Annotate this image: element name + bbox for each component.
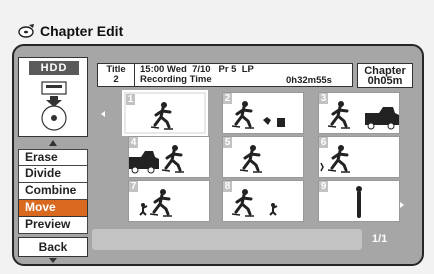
skater-icon	[129, 145, 184, 174]
device-label: HDD	[29, 61, 79, 75]
chapter-thumbnail-3[interactable]: 3	[318, 92, 400, 134]
recording-time-label: Recording Time	[140, 74, 212, 85]
chapter-thumbnail-4[interactable]: 4	[128, 136, 210, 178]
page-right-icon[interactable]	[400, 202, 404, 208]
chapter-number: 1	[126, 94, 135, 105]
chapter-number: 3	[319, 93, 328, 104]
device-panel: HDD	[18, 57, 88, 137]
page-indicator: 1/1	[372, 233, 388, 245]
skater-icon	[231, 189, 278, 217]
page-title: Chapter Edit	[40, 23, 124, 39]
chapter-number: 6	[319, 137, 328, 148]
menu-item-divide[interactable]: Divide	[18, 166, 88, 183]
edit-menu: Erase Divide Combine Move Preview	[18, 149, 88, 234]
menu-item-move[interactable]: Move	[18, 200, 88, 217]
chapter-thumbnail-6[interactable]: 6	[318, 136, 400, 178]
skater-icon	[239, 145, 262, 173]
chapter-number: 4	[129, 137, 138, 148]
chapter-time: 0h05m	[367, 75, 403, 87]
scroll-down-icon[interactable]	[49, 258, 57, 263]
chapter-info: Chapter 0h05m	[357, 63, 413, 88]
skater-icon	[327, 101, 399, 130]
menu-item-combine[interactable]: Combine	[18, 183, 88, 200]
chapter-number: 9	[319, 181, 328, 192]
chapter-thumbnail-8[interactable]: 8	[222, 180, 304, 222]
chapter-thumbnails: 1 2 3 4 5 6 7 8 9	[118, 92, 410, 222]
disc-edit-icon	[18, 24, 34, 38]
title-number: 2	[113, 74, 119, 85]
menu-item-preview[interactable]: Preview	[18, 217, 88, 234]
chapter-number: 2	[223, 93, 232, 104]
chapter-thumbnail-2[interactable]: 2	[222, 92, 304, 134]
chapter-number: 7	[129, 181, 138, 192]
chapter-thumbnail-1[interactable]: 1	[124, 92, 206, 134]
chapter-number: 8	[223, 181, 232, 192]
skater-icon	[320, 145, 350, 173]
side-panel: HDD Erase Divide Combine Move Preview Ba…	[18, 57, 88, 263]
skater-icon	[150, 102, 173, 130]
menu-item-erase[interactable]: Erase	[18, 149, 88, 166]
chapter-thumbnail-5[interactable]: 5	[222, 136, 304, 178]
chapter-number: 5	[223, 137, 232, 148]
screen-header: Chapter Edit	[18, 19, 123, 43]
standing-figure-icon	[356, 186, 362, 218]
message-bar	[92, 229, 362, 250]
chapter-thumbnail-7[interactable]: 7	[128, 180, 210, 222]
title-number-cell: Title 2	[98, 64, 135, 87]
title-info-bar: Title 2 15:00 Wed 7/10 Pr 5 LP Recording…	[97, 63, 353, 87]
chapter-thumbnail-9[interactable]: 9	[318, 180, 400, 222]
skater-icon	[231, 101, 285, 129]
hdd-to-disc-icon	[41, 81, 67, 131]
page-left-icon[interactable]	[101, 111, 105, 117]
scroll-up-icon[interactable]	[49, 140, 57, 146]
back-button[interactable]: Back	[18, 237, 88, 257]
skater-icon	[139, 189, 172, 217]
recording-details: 15:00 Wed 7/10 Pr 5 LP Recording Time	[140, 65, 254, 85]
recording-time-value: 0h32m55s	[286, 75, 332, 86]
